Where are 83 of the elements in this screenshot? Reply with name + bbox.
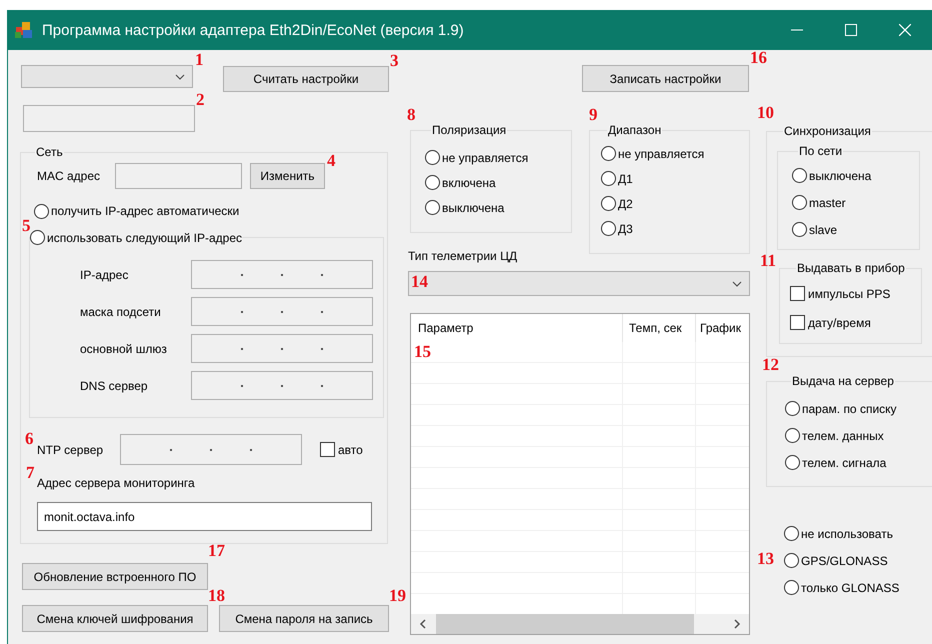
radio-option[interactable]: GPS/GLONASS: [784, 547, 932, 574]
firmware-update-button[interactable]: Обновление встроенного ПО: [22, 563, 208, 590]
checkbox[interactable]: дату/время: [790, 308, 921, 337]
group-label: Выдача на сервер: [791, 374, 895, 388]
radio-option[interactable]: не управляется: [425, 145, 571, 170]
ip-address-field[interactable]: [191, 371, 373, 400]
change-password-button[interactable]: Смена пароля на запись: [219, 605, 389, 632]
radio-option[interactable]: использовать следующий IP-адрес: [30, 228, 242, 248]
group-label: Синхронизация: [783, 124, 872, 138]
radio-option[interactable]: телем. данных: [785, 422, 932, 449]
server-address-field[interactable]: monit.octava.info: [37, 502, 372, 531]
annotation-number: 19: [389, 587, 406, 604]
field-label: DNS сервер: [80, 378, 149, 392]
annotation-number: 17: [208, 542, 225, 559]
annotation-number: 4: [327, 152, 336, 169]
column-header[interactable]: График: [696, 314, 749, 342]
text-field[interactable]: [23, 105, 195, 132]
scroll-right-icon[interactable]: [733, 619, 741, 629]
annotation-number: 13: [757, 550, 774, 567]
radio-option[interactable]: парам. по списку: [785, 395, 932, 422]
scroll-left-icon[interactable]: [419, 619, 427, 629]
mac-field[interactable]: [115, 163, 242, 189]
radio-option[interactable]: Д2: [601, 191, 749, 216]
radio-option[interactable]: только GLONASS: [784, 574, 932, 601]
window-title: Программа настройки адаптера Eth2Din/EcoNet (версия 1.9): [42, 22, 464, 38]
annotation-number: 6: [25, 430, 34, 447]
app-icon: [14, 20, 34, 40]
radio-option[interactable]: включена: [425, 170, 571, 195]
field-label: IP-адрес: [80, 268, 130, 282]
ntp-label: NTP сервер: [37, 442, 104, 456]
checkbox[interactable]: импульсы PPS: [790, 279, 921, 308]
annotation-number: 2: [196, 91, 204, 108]
annotation-number: 12: [762, 356, 779, 373]
ip-address-field[interactable]: [191, 260, 373, 289]
radio-option[interactable]: Д3: [601, 216, 749, 241]
radio-option[interactable]: выключена: [792, 162, 919, 189]
group-label: По сети: [798, 144, 844, 158]
read-settings-button[interactable]: Считать настройки: [223, 66, 389, 92]
annotation-number: 16: [750, 49, 767, 66]
annotation-number: 11: [760, 252, 776, 269]
column-header[interactable]: Параметр: [411, 314, 623, 342]
radio-option[interactable]: не использовать: [784, 520, 932, 547]
close-icon[interactable]: [899, 24, 911, 36]
radio-option[interactable]: выключена: [425, 195, 571, 220]
device-dropdown[interactable]: [21, 65, 193, 88]
field-label: Адрес сервера мониторинга: [37, 476, 196, 490]
radio-option[interactable]: slave: [792, 216, 919, 243]
annotation-number: 18: [208, 587, 225, 604]
column-header[interactable]: Темп, сек: [623, 314, 696, 342]
write-settings-button[interactable]: Записать настройки: [582, 65, 749, 92]
annotation-number: 14: [411, 273, 428, 290]
horizontal-scrollbar[interactable]: [411, 614, 749, 634]
group-label: Выдавать в прибор: [796, 261, 906, 275]
radio-option[interactable]: master: [792, 189, 919, 216]
chevron-down-icon: [732, 280, 742, 286]
maximize-icon[interactable]: [845, 24, 857, 36]
checkbox[interactable]: авто: [320, 440, 363, 460]
ip-address-field[interactable]: [191, 334, 373, 363]
annotation-number: 3: [390, 52, 398, 69]
field-label: Тип телеметрии ЦД: [408, 249, 518, 263]
ip-address-field[interactable]: [120, 434, 302, 465]
annotation-number: 1: [195, 51, 204, 68]
chevron-down-icon: [175, 74, 185, 80]
annotation-number: 10: [757, 104, 774, 121]
radio-option[interactable]: Д1: [601, 166, 749, 191]
radio-option[interactable]: телем. сигнала: [785, 449, 932, 476]
group-label: Сеть: [35, 145, 64, 159]
annotation-number: 8: [407, 106, 416, 123]
change-button[interactable]: Изменить: [250, 163, 325, 189]
field-label: основной шлюз: [80, 342, 168, 356]
group-label: Поляризация: [431, 123, 508, 137]
group-label: Диапазон: [607, 123, 662, 137]
change-keys-button[interactable]: Смена ключей шифрования: [22, 605, 208, 632]
field-label: маска подсети: [80, 304, 162, 318]
ip-address-field[interactable]: [191, 297, 373, 326]
annotation-number: 5: [22, 217, 30, 234]
annotation-number: 7: [26, 464, 34, 481]
annotation-number: 9: [589, 106, 598, 123]
annotation-number: 15: [414, 343, 431, 360]
telemetry-dropdown[interactable]: [408, 271, 750, 296]
radio-option[interactable]: получить IP-адрес автоматически: [34, 201, 240, 221]
radio-option[interactable]: не управляется: [601, 141, 749, 166]
mac-label: MAC адрес: [37, 169, 102, 183]
